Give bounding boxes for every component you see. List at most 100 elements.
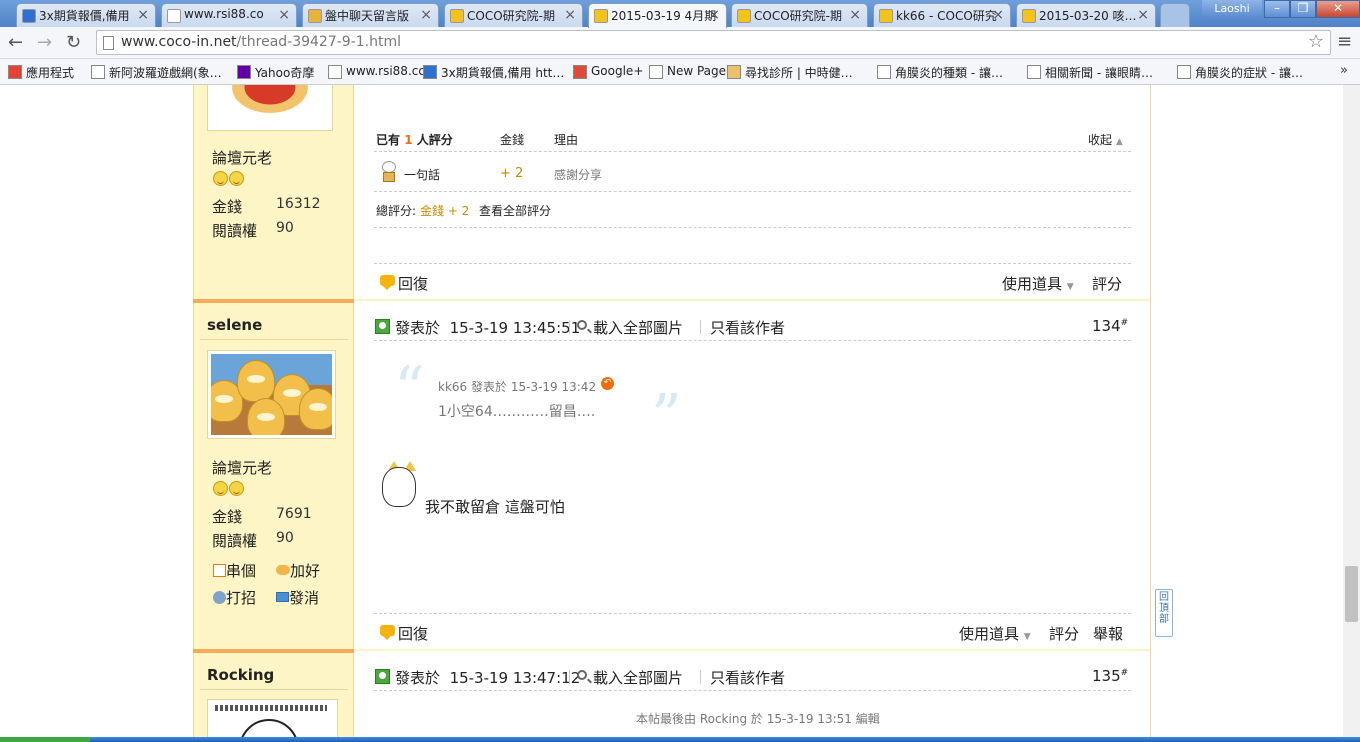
- magnifier-icon: [577, 320, 587, 330]
- scrollbar-thumb[interactable]: [1345, 566, 1358, 622]
- rating-col-money: 金錢: [500, 133, 525, 147]
- bookmark-item[interactable]: 角膜炎的症狀 - 讓…: [1177, 64, 1303, 81]
- divider: [374, 340, 1131, 341]
- reload-icon[interactable]: ↻: [66, 32, 81, 53]
- bookmark-label: 尋找診所 | 中時健…: [745, 66, 853, 80]
- back-to-top-button[interactable]: 回頂部: [1155, 589, 1173, 637]
- address-bar[interactable]: www.coco-in.net/thread-39427-9-1.html ☆: [96, 30, 1331, 55]
- bookmark-star-icon[interactable]: ☆: [1308, 31, 1324, 52]
- avatar[interactable]: [207, 85, 333, 131]
- load-all-images-link[interactable]: 載入全部圖片: [593, 317, 683, 338]
- bookmark-item[interactable]: 新阿波羅遊戲網(象…: [91, 64, 222, 81]
- tab-close-icon[interactable]: ×: [708, 7, 720, 23]
- avatar[interactable]: [207, 350, 336, 439]
- browser-tab[interactable]: COCO研究院-期 ×: [444, 3, 583, 27]
- use-tools-dropdown[interactable]: 使用道具 ▼: [959, 623, 1031, 644]
- tab-title: COCO研究院-期: [467, 9, 555, 23]
- browser-tab[interactable]: www.rsi88.co ×: [161, 3, 297, 27]
- view-all-ratings-link[interactable]: 查看全部評分: [479, 202, 551, 219]
- send-message-link[interactable]: 發消: [276, 587, 319, 608]
- bookmark-favicon-icon: [1177, 65, 1191, 79]
- tab-close-icon[interactable]: ×: [420, 7, 432, 23]
- report-button[interactable]: 舉報: [1093, 623, 1123, 644]
- rate-button[interactable]: 評分: [1092, 273, 1122, 294]
- envelope-icon: [276, 592, 289, 602]
- divider: [374, 151, 1131, 152]
- dragon-avatar-image: [211, 85, 329, 127]
- browser-tab[interactable]: 3x期貨報價,備用 ×: [16, 3, 156, 27]
- author-only-link[interactable]: 只看該作者: [710, 317, 785, 338]
- bookmark-item[interactable]: 尋找診所 | 中時健…: [727, 64, 853, 81]
- floor-number-link[interactable]: 135#: [1092, 667, 1128, 685]
- close-window-button[interactable]: ✕: [1316, 0, 1360, 18]
- browser-tab[interactable]: 2015-03-20 咳… ×: [1016, 3, 1156, 27]
- divider: [200, 689, 348, 690]
- tab-close-icon[interactable]: ×: [137, 7, 149, 23]
- rating-collapse-link[interactable]: 收起 ▲: [1088, 131, 1123, 148]
- add-friend-link[interactable]: 加好: [276, 560, 320, 581]
- quote-attribution: kk66 發表於 15-3-19 13:42: [438, 380, 597, 394]
- bookmark-item[interactable]: New Page: [649, 64, 726, 79]
- total-rating-label: 總評分:: [376, 204, 417, 218]
- reply-button[interactable]: 回復: [398, 273, 428, 294]
- tab-close-icon[interactable]: ×: [1137, 7, 1149, 23]
- reply-icon: [380, 625, 395, 640]
- bookmark-item[interactable]: 相關新聞 - 讓眼睛…: [1027, 64, 1153, 81]
- tab-close-icon[interactable]: ×: [849, 7, 861, 23]
- os-taskbar: [0, 737, 1360, 742]
- tab-title: 2015-03-19 4月期: [611, 9, 717, 23]
- bookmark-item[interactable]: 角膜炎的種類 - 讓…: [877, 64, 1003, 81]
- cat-emoticon-icon: [378, 461, 420, 511]
- edit-note: 本帖最後由 Rocking 於 15-3-19 13:51 編輯: [636, 712, 880, 726]
- bookmark-item[interactable]: 3x期貨報價,備用 htt…: [423, 64, 564, 81]
- browser-tab[interactable]: COCO研究院-期 ×: [731, 3, 868, 27]
- tab-title: www.rsi88.co: [184, 7, 264, 21]
- divider: [374, 690, 1131, 691]
- minimize-button[interactable]: –: [1264, 0, 1290, 18]
- tab-title: kk66 - COCO研究: [896, 9, 997, 23]
- rater-avatar[interactable]: [380, 161, 398, 183]
- maximize-button[interactable]: ❐: [1290, 0, 1316, 18]
- avatar[interactable]: [207, 699, 338, 737]
- browser-tab[interactable]: 2015-03-19 4月期 ×: [588, 3, 727, 28]
- divider: [200, 339, 348, 340]
- tab-close-icon[interactable]: ×: [992, 7, 1004, 23]
- tab-favicon-icon: [594, 9, 608, 23]
- bookmark-item[interactable]: www.rsi88.co: [328, 64, 426, 79]
- greet-link[interactable]: 打招: [213, 587, 256, 608]
- new-tab-button[interactable]: [1160, 3, 1190, 27]
- bookmarks-overflow-button[interactable]: »: [1340, 63, 1348, 78]
- rate-button[interactable]: 評分: [1049, 623, 1079, 644]
- author-only-link[interactable]: 只看該作者: [710, 667, 785, 688]
- author-username-link[interactable]: selene: [207, 316, 262, 334]
- floor-number-link[interactable]: 134#: [1092, 317, 1128, 335]
- vertical-scrollbar[interactable]: [1343, 85, 1360, 737]
- divider: [374, 227, 1131, 228]
- bookmark-item[interactable]: Google+: [573, 64, 643, 79]
- author-username-link[interactable]: Rocking: [207, 666, 274, 684]
- profile-link[interactable]: 串個: [213, 560, 256, 581]
- browser-tab[interactable]: 盤中聊天留言版 ×: [302, 3, 439, 27]
- back-arrow-icon[interactable]: ←: [8, 32, 23, 53]
- reply-button[interactable]: 回復: [398, 623, 428, 644]
- bookmark-item[interactable]: Yahoo奇摩: [237, 64, 314, 81]
- forward-arrow-icon[interactable]: →: [37, 32, 52, 53]
- tab-favicon-icon: [308, 9, 322, 23]
- rater-name-link[interactable]: 一句話: [404, 166, 440, 183]
- use-tools-dropdown[interactable]: 使用道具 ▼: [1002, 273, 1074, 294]
- total-rating-value: 金錢 + 2: [420, 204, 470, 218]
- read-permission-label: 閱讀權: [212, 222, 258, 240]
- tab-close-icon[interactable]: ×: [278, 7, 290, 23]
- hamburger-menu-icon[interactable]: ≡: [1337, 31, 1352, 52]
- tab-close-icon[interactable]: ×: [564, 7, 576, 23]
- post-separator: [354, 299, 1150, 301]
- start-button[interactable]: [0, 737, 90, 742]
- load-all-images-link[interactable]: 載入全部圖片: [593, 667, 683, 688]
- user-title: 論壇元老: [212, 149, 273, 167]
- read-permission-value: 90: [276, 530, 294, 546]
- browser-tab[interactable]: kk66 - COCO研究 ×: [873, 3, 1011, 27]
- bookmark-favicon-icon: [91, 65, 105, 79]
- bookmark-item[interactable]: 應用程式: [8, 64, 74, 81]
- bookmark-favicon-icon: [237, 65, 251, 79]
- jump-to-quote-icon[interactable]: ↶: [601, 377, 614, 390]
